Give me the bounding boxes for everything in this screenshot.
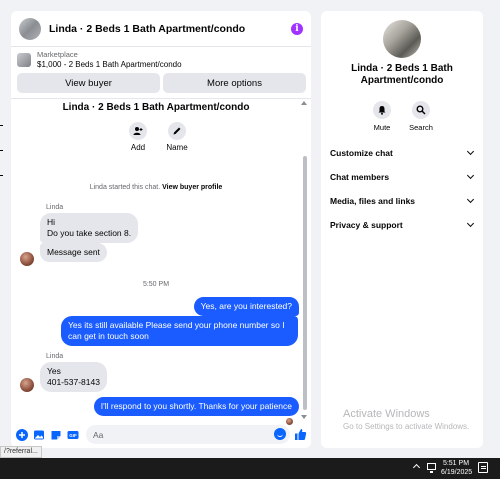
message-line: Yes xyxy=(47,366,61,376)
chevron-down-icon xyxy=(466,147,475,156)
outgoing-message[interactable]: Yes its still available Please send your… xyxy=(61,316,298,346)
bell-icon[interactable] xyxy=(373,101,391,119)
timestamp: 5:50 PM xyxy=(142,281,170,288)
marketplace-listing[interactable]: Marketplace $1,000 - 2 Beds 1 Bath Apart… xyxy=(11,47,311,73)
menu-label: Customize chat xyxy=(330,148,393,158)
listing-thumbnail xyxy=(17,53,31,67)
chat-header: Linda · 2 Beds 1 Bath Apartment/condo i xyxy=(11,11,311,47)
chevron-down-icon xyxy=(466,219,475,228)
menu-label: Chat members xyxy=(330,172,390,182)
details-title: Linda · 2 Beds 1 Bath Apartment/condo xyxy=(351,63,453,86)
outgoing-message[interactable]: I'll respond to you shortly. Thanks for … xyxy=(93,397,299,416)
emoji-icon[interactable] xyxy=(274,428,286,440)
menu-chat-members[interactable]: Chat members xyxy=(330,169,476,185)
view-buyer-button[interactable]: View buyer xyxy=(17,73,160,93)
taskbar: 5:51 PM 6/19/2025 xyxy=(0,458,500,479)
message-thread[interactable]: Linda · 2 Beds 1 Bath Apartment/condo Ad… xyxy=(11,98,311,425)
notification-icon[interactable] xyxy=(478,462,488,473)
linda-avatar[interactable] xyxy=(20,252,34,266)
name-label: Name xyxy=(166,143,188,152)
more-options-button[interactable]: More options xyxy=(163,73,306,93)
view-buyer-profile-link[interactable]: View buyer profile xyxy=(162,184,222,191)
incoming-message[interactable]: Hi Do you take section 8. xyxy=(40,213,139,243)
chevron-down-icon xyxy=(466,195,475,204)
listing-avatar[interactable] xyxy=(19,17,41,40)
gif-icon[interactable]: GIF xyxy=(66,428,80,442)
network-icon[interactable] xyxy=(427,463,436,473)
activate-windows-watermark: Activate Windows Go to Settings to activ… xyxy=(343,408,469,431)
edge-marks xyxy=(0,125,3,200)
scroll-up-arrow-icon[interactable] xyxy=(301,101,307,105)
listing-photo[interactable] xyxy=(383,20,421,58)
chat-details-panel: Linda · 2 Beds 1 Bath Apartment/condo Mu… xyxy=(321,11,483,448)
thread-title: Linda · 2 Beds 1 Bath Apartment/condo xyxy=(62,102,250,113)
thumbs-up-icon[interactable] xyxy=(293,428,307,442)
clock[interactable]: 5:51 PM 6/19/2025 xyxy=(441,459,473,477)
add-person-icon[interactable] xyxy=(129,122,147,140)
search-label: Search xyxy=(409,123,433,132)
info-icon[interactable]: i xyxy=(291,22,303,35)
message-input[interactable]: Aa xyxy=(86,425,290,444)
menu-media-files-links[interactable]: Media, files and links xyxy=(330,193,476,209)
watermark-subtitle: Go to Settings to activate Windows. xyxy=(343,422,470,431)
chevron-down-icon xyxy=(466,171,475,180)
mute-label: Mute xyxy=(373,123,391,132)
message-placeholder: Aa xyxy=(93,429,104,440)
started-text: Linda started this chat. xyxy=(89,184,161,191)
search-icon[interactable] xyxy=(412,101,430,119)
linda-avatar[interactable] xyxy=(20,378,34,392)
message-line: Hi xyxy=(47,217,56,227)
sender-name: Linda xyxy=(46,204,64,211)
menu-customize-chat[interactable]: Customize chat xyxy=(330,145,476,161)
chat-panel: Linda · 2 Beds 1 Bath Apartment/condo i … xyxy=(11,11,311,448)
pencil-icon[interactable] xyxy=(168,122,186,140)
chat-started-notice: Linda started this chat. View buyer prof… xyxy=(11,184,301,191)
incoming-message[interactable]: Yes 401-537-8143 xyxy=(40,362,107,392)
name-action[interactable]: Name xyxy=(157,122,197,152)
search-action[interactable]: Search xyxy=(406,101,436,132)
watermark-title: Activate Windows xyxy=(343,408,430,420)
marketplace-label: Marketplace xyxy=(37,50,78,59)
scroll-thumb[interactable] xyxy=(303,156,307,410)
clock-date: 6/19/2025 xyxy=(441,469,473,476)
chevron-up-icon[interactable] xyxy=(412,463,421,472)
chat-title[interactable]: Linda · 2 Beds 1 Bath Apartment/condo xyxy=(49,23,291,35)
sticker-icon[interactable] xyxy=(49,428,63,442)
status-bar-url: /?referral... xyxy=(0,446,42,458)
outgoing-message[interactable]: Yes, are you interested? xyxy=(193,297,299,316)
message-line: Do you take section 8. xyxy=(47,228,132,238)
svg-text:GIF: GIF xyxy=(69,433,77,438)
message-line: Message sent xyxy=(47,247,100,257)
message-line: 401-537-8143 xyxy=(47,377,100,387)
add-action[interactable]: Add xyxy=(118,122,158,152)
listing-actions: View buyer More options xyxy=(11,73,311,93)
listing-price-title: $1,000 - 2 Beds 1 Bath Apartment/condo xyxy=(37,60,182,69)
plus-circle-icon[interactable] xyxy=(15,428,29,442)
screen: Linda · 2 Beds 1 Bath Apartment/condo i … xyxy=(0,0,500,458)
scroll-down-arrow-icon[interactable] xyxy=(301,415,307,419)
left-edge xyxy=(0,0,11,458)
menu-label: Privacy & support xyxy=(330,220,403,230)
photo-icon[interactable] xyxy=(32,428,46,442)
incoming-message[interactable]: Message sent xyxy=(40,243,107,262)
sender-name: Linda xyxy=(46,353,64,360)
clock-time: 5:51 PM xyxy=(442,460,470,467)
add-label: Add xyxy=(130,143,146,152)
mute-action[interactable]: Mute xyxy=(367,101,397,132)
menu-label: Media, files and links xyxy=(330,196,416,206)
menu-privacy-support[interactable]: Privacy & support xyxy=(330,217,476,233)
composer: GIF Aa xyxy=(11,421,311,448)
